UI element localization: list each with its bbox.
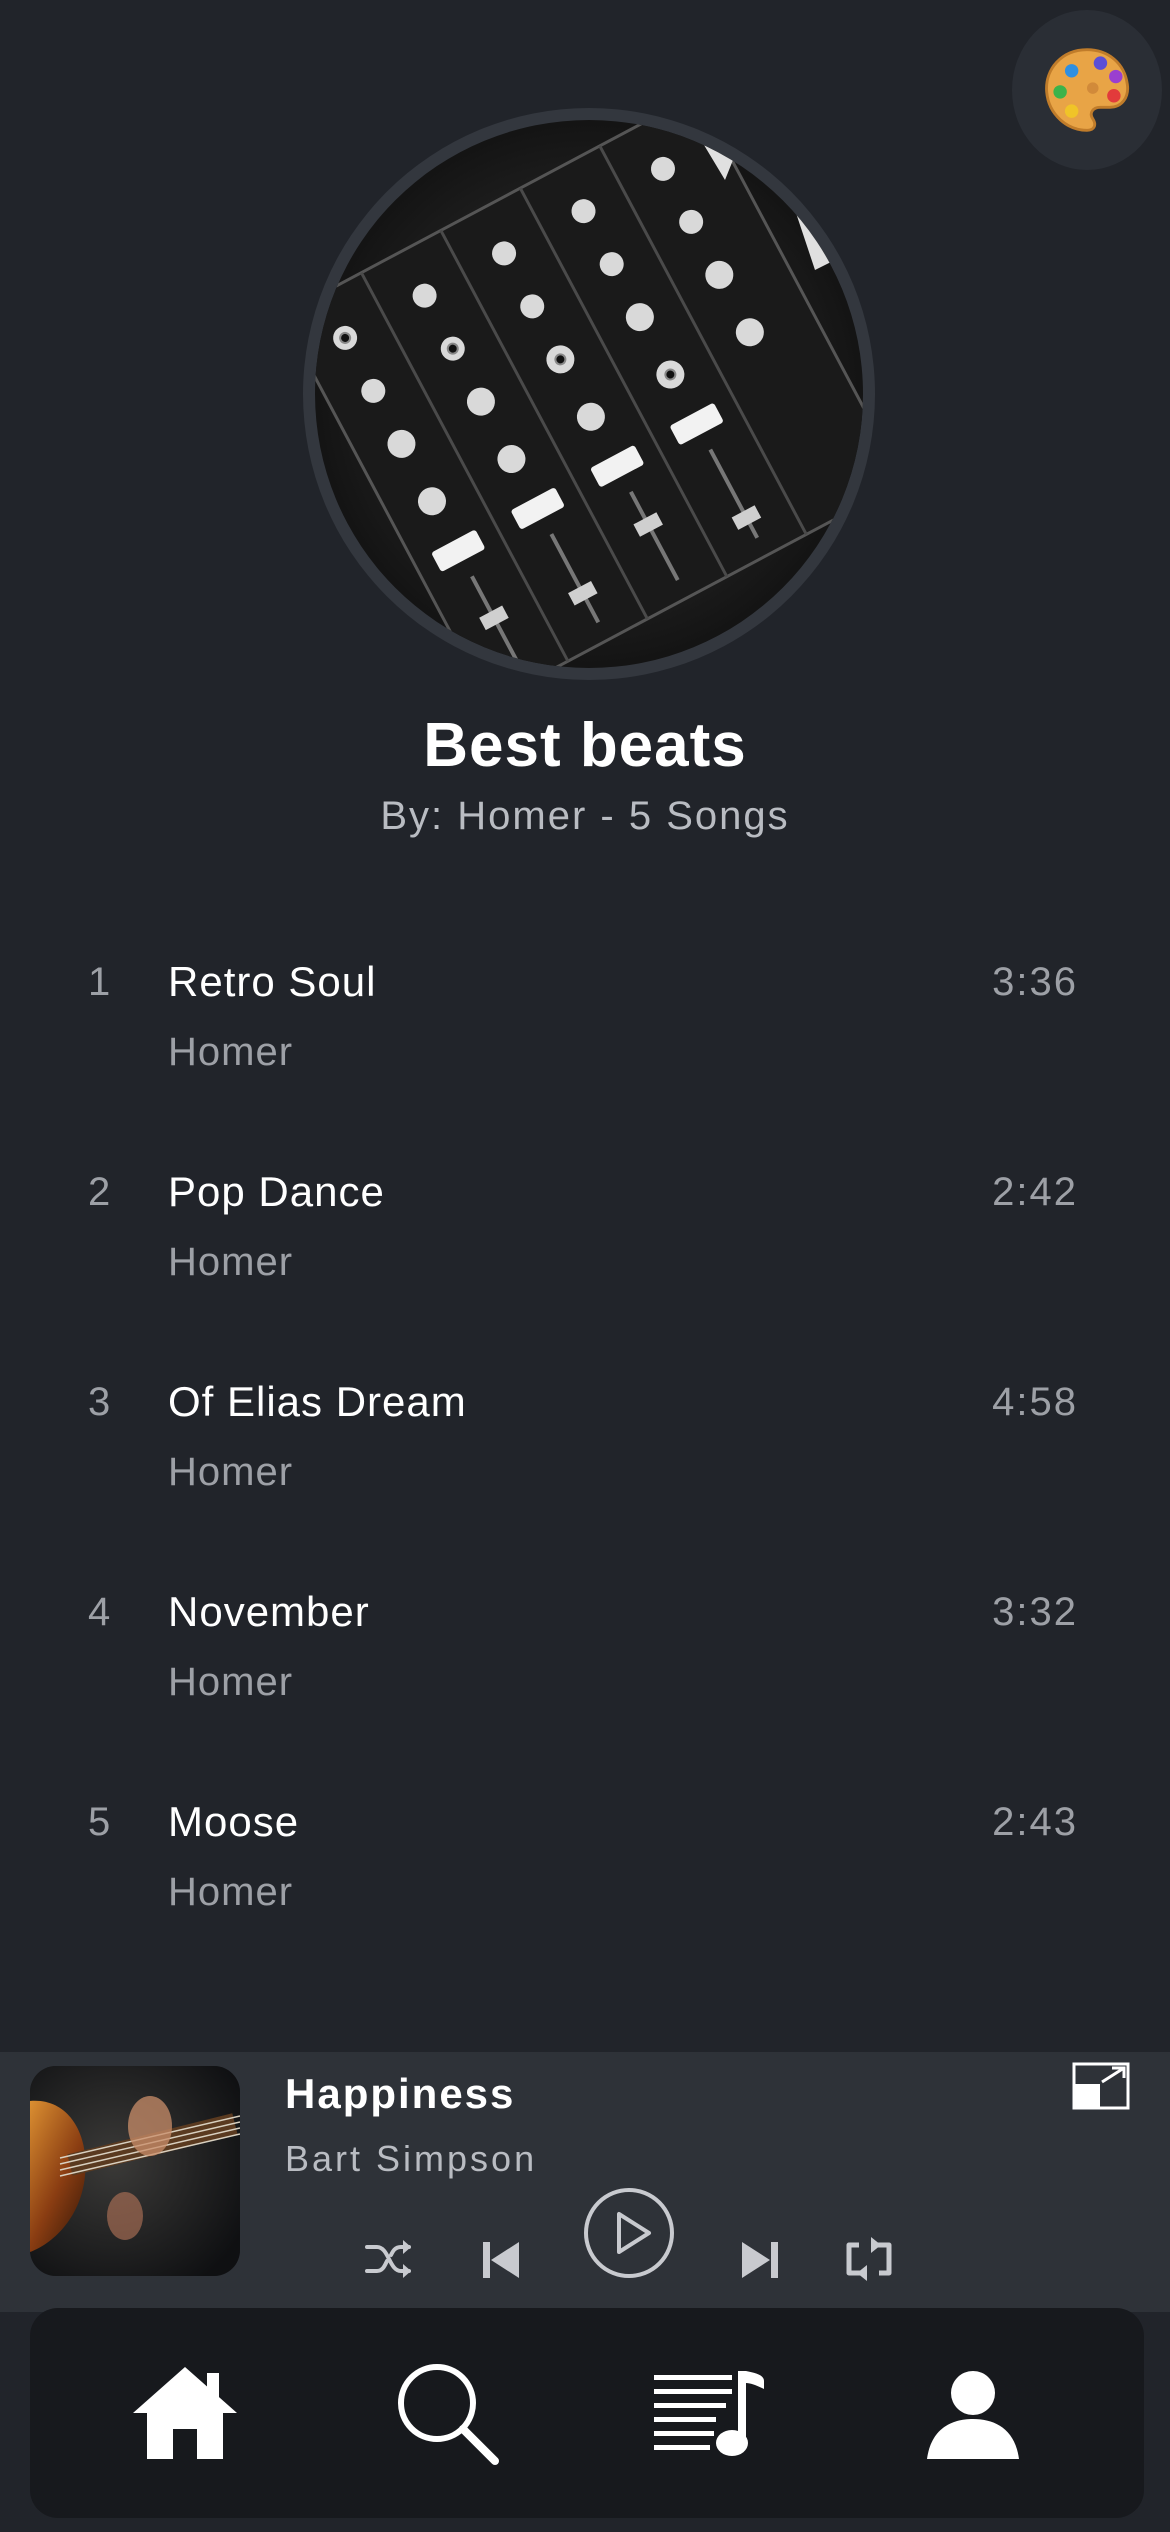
playlist-screen: Best beats By: Homer - 5 Songs 1 Retro S… xyxy=(0,0,1170,2532)
next-icon xyxy=(742,2242,778,2278)
previous-button[interactable] xyxy=(473,2232,529,2288)
expand-button[interactable] xyxy=(1072,2062,1130,2110)
song-row-4[interactable]: 4 November Homer 3:32 xyxy=(0,1570,1170,1780)
song-list: 1 Retro Soul Homer 3:36 2 Pop Dance Home… xyxy=(0,940,1170,1990)
now-playing-artist: Bart Simpson xyxy=(285,2138,538,2179)
playlist-icon xyxy=(654,2371,764,2456)
playlist-subtitle: By: Homer - 5 Songs xyxy=(380,794,790,838)
shuffle-icon xyxy=(365,2240,411,2278)
song-artist: Homer xyxy=(168,1030,294,1074)
song-number: 2 xyxy=(88,1170,111,1214)
song-title: Retro Soul xyxy=(168,958,377,1005)
song-duration: 3:32 xyxy=(992,1590,1078,1634)
home-icon xyxy=(133,2367,237,2459)
song-number: 4 xyxy=(88,1590,111,1634)
playlist-cover xyxy=(303,108,875,680)
song-row-1[interactable]: 1 Retro Soul Homer 3:36 xyxy=(0,940,1170,1150)
theme-button[interactable] xyxy=(1012,10,1162,170)
tab-search[interactable] xyxy=(372,2308,522,2518)
bottom-nav xyxy=(30,2308,1144,2518)
song-title: Moose xyxy=(168,1798,300,1845)
song-row-5[interactable]: 5 Moose Homer 2:43 xyxy=(0,1780,1170,1990)
repeat-button[interactable] xyxy=(840,2230,898,2288)
expand-icon xyxy=(1072,2062,1130,2110)
palette-icon xyxy=(1045,48,1130,132)
song-artist: Homer xyxy=(168,1870,294,1914)
dj-mixer-cover-image xyxy=(315,120,863,668)
now-playing-title: Happiness xyxy=(285,2070,516,2117)
search-icon xyxy=(398,2364,499,2465)
shuffle-button[interactable] xyxy=(360,2230,418,2288)
song-duration: 2:42 xyxy=(992,1170,1078,1214)
now-playing-art xyxy=(30,2066,240,2276)
song-artist: Homer xyxy=(168,1240,294,1284)
song-number: 3 xyxy=(88,1380,111,1424)
song-row-2[interactable]: 2 Pop Dance Homer 2:42 xyxy=(0,1150,1170,1360)
song-number: 1 xyxy=(88,960,111,1004)
next-button[interactable] xyxy=(732,2232,788,2288)
song-duration: 3:36 xyxy=(992,960,1078,1004)
song-title: Pop Dance xyxy=(168,1168,385,1215)
profile-icon xyxy=(927,2371,1019,2459)
song-row-3[interactable]: 3 Of Elias Dream Homer 4:58 xyxy=(0,1360,1170,1570)
song-duration: 2:43 xyxy=(992,1800,1078,1844)
previous-icon xyxy=(483,2242,519,2278)
repeat-icon xyxy=(846,2237,892,2281)
song-artist: Homer xyxy=(168,1450,294,1494)
mini-player[interactable]: Happiness Bart Simpson xyxy=(0,2052,1170,2312)
song-artist: Homer xyxy=(168,1660,294,1704)
tab-library[interactable] xyxy=(635,2308,785,2518)
song-duration: 4:58 xyxy=(992,1380,1078,1424)
song-number: 5 xyxy=(88,1800,111,1844)
tab-profile[interactable] xyxy=(898,2308,1048,2518)
tab-home[interactable] xyxy=(110,2308,260,2518)
playlist-title: Best beats xyxy=(423,711,747,780)
song-title: November xyxy=(168,1588,370,1635)
play-button[interactable] xyxy=(582,2186,676,2280)
play-icon xyxy=(584,2188,674,2278)
song-title: Of Elias Dream xyxy=(168,1378,467,1425)
guitar-album-art xyxy=(30,2066,240,2276)
